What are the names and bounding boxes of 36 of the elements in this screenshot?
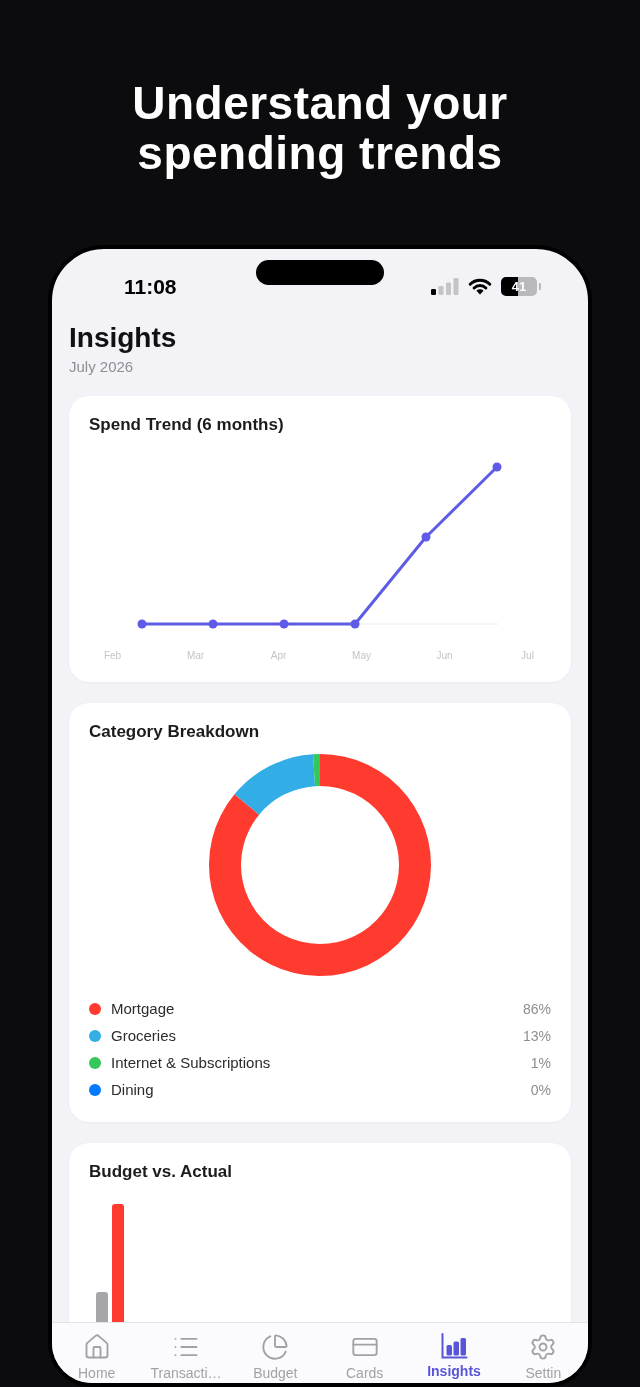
pie-chart-icon [261,1333,290,1361]
legend-label: Groceries [111,1026,177,1045]
legend-value: 13% [522,1026,551,1045]
legend-value: 86% [522,999,551,1018]
bar-chart-icon [440,1333,468,1359]
axis-label: May [352,649,371,663]
data-point [279,619,289,629]
tab-item[interactable]: Cards [346,1333,384,1381]
card-title: Budget vs. Actual [89,1162,232,1182]
card-title: Spend Trend (6 months) [89,415,284,435]
legend-value: 0% [530,1080,551,1099]
legend-label: Mortgage [111,999,175,1018]
status-time: 11:08 [124,275,177,299]
tab-item[interactable]: Budget [253,1333,298,1381]
data-point [492,462,502,472]
page-subtitle: July 2026 [69,358,134,376]
page-title: Insights [69,321,177,355]
data-point [421,532,431,542]
axis-label: Apr [270,649,287,663]
signal-icon [431,278,459,295]
data-point [137,619,147,629]
tab-item[interactable]: Settin [525,1333,562,1381]
axis-label: Mar [186,649,205,663]
legend-label: Dining [111,1080,154,1099]
tab-item[interactable]: Insights [427,1333,481,1379]
tab-item[interactable]: Home [78,1333,116,1381]
legend-value: 1% [530,1053,551,1072]
wifi-icon [468,278,492,295]
data-point [350,619,360,629]
data-point [208,619,218,629]
axis-label: Feb [103,649,122,663]
card-title: Category Breakdown [89,722,260,742]
budget-bar [96,1292,108,1322]
legend-label: Internet & Subscriptions [111,1053,271,1072]
tab-item[interactable]: Transacti… [150,1333,222,1381]
headline: Understand your spending trends [131,78,509,178]
